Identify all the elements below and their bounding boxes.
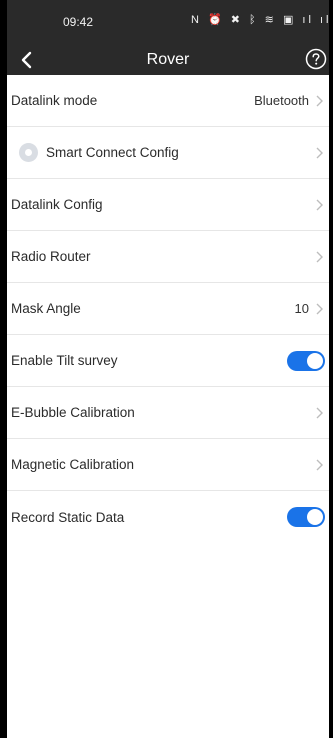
row-label: Smart Connect Config (46, 145, 179, 160)
status-icons-glyphs: N ⏰ ✖ ᛒ ≋ ▣ ıl ıl (191, 14, 329, 26)
row-datalink-mode[interactable]: Datalink mode Bluetooth (7, 75, 329, 127)
row-label: Radio Router (11, 249, 91, 264)
row-smart-connect-config[interactable]: Smart Connect Config (7, 127, 329, 179)
toggle-knob (307, 509, 323, 525)
chevron-right-icon (316, 95, 323, 107)
status-icons: N ⏰ ✖ ᛒ ≋ ▣ ıl ıl (191, 13, 329, 26)
chevron-right-icon (316, 199, 323, 211)
nav-bar: Rover (7, 45, 329, 75)
status-bar: 09:42 N ⏰ ✖ ᛒ ≋ ▣ ıl ıl (7, 0, 329, 45)
chevron-right-icon (316, 251, 323, 263)
radio-icon[interactable] (19, 143, 38, 162)
row-label: Datalink Config (11, 197, 103, 212)
row-record-static-data: Record Static Data (7, 491, 329, 543)
row-enable-tilt-survey: Enable Tilt survey (7, 335, 329, 387)
status-time: 09:42 (63, 15, 94, 29)
chevron-right-icon (316, 147, 323, 159)
chevron-right-icon (316, 303, 323, 315)
row-datalink-config[interactable]: Datalink Config (7, 179, 329, 231)
row-label: Mask Angle (11, 301, 81, 316)
toggle-knob (307, 353, 323, 369)
row-value: 10 (294, 301, 309, 316)
row-label: E-Bubble Calibration (11, 405, 135, 420)
row-radio-router[interactable]: Radio Router (7, 231, 329, 283)
row-mask-angle[interactable]: Mask Angle 10 (7, 283, 329, 335)
chevron-right-icon (316, 407, 323, 419)
row-label: Datalink mode (11, 93, 98, 108)
help-icon[interactable] (305, 48, 327, 70)
phone-screen: 09:42 N ⏰ ✖ ᛒ ≋ ▣ ıl ıl Rover Datalink m… (7, 0, 329, 738)
row-label: Enable Tilt survey (11, 353, 118, 368)
row-value: Bluetooth (254, 93, 309, 108)
record-static-data-toggle[interactable] (287, 507, 325, 527)
page-title: Rover (146, 51, 190, 68)
settings-list: Datalink mode Bluetooth Smart Connect Co… (7, 75, 329, 543)
row-e-bubble-calibration[interactable]: E-Bubble Calibration (7, 387, 329, 439)
row-label: Magnetic Calibration (11, 457, 135, 472)
chevron-right-icon (316, 459, 323, 471)
tilt-survey-toggle[interactable] (287, 351, 325, 371)
row-magnetic-calibration[interactable]: Magnetic Calibration (7, 439, 329, 491)
row-label: Record Static Data (11, 509, 125, 525)
